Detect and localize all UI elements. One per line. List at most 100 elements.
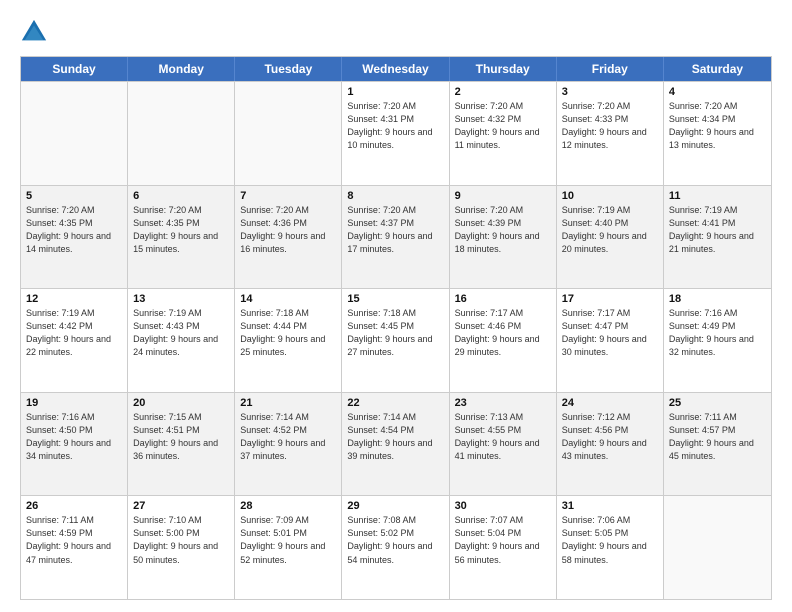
day-info: Sunrise: 7:19 AM Sunset: 4:42 PM Dayligh… — [26, 307, 122, 359]
calendar-cell: 9Sunrise: 7:20 AM Sunset: 4:39 PM Daylig… — [450, 186, 557, 289]
day-info: Sunrise: 7:12 AM Sunset: 4:56 PM Dayligh… — [562, 411, 658, 463]
calendar-row-3: 12 Sunrise: 7:19 AM Sunset: 4:42 PM Dayli… — [21, 288, 771, 392]
calendar-row-5: 26 Sunrise: 7:11 AM Sunset: 4:59 PM Dayli… — [21, 495, 771, 599]
calendar-cell: 8 Sunrise: 7:20 AM Sunset: 4:37 PM Daylig… — [342, 186, 449, 289]
day-number: 2 — [455, 86, 551, 98]
day-info: Sunrise: 7:17 AM Sunset: 4:47 PM Dayligh… — [562, 307, 658, 359]
day-info: Sunrise: 7:20 AM Sunset: 4:35 PM Dayligh… — [26, 204, 122, 256]
calendar-cell: 26 Sunrise: 7:11 AM Sunset: 4:59 PM Dayli… — [21, 496, 128, 599]
header-day-wednesday: Wednesday — [342, 57, 449, 81]
page: SundayMondayTuesdayWednesdayThursdayFrid… — [0, 0, 792, 612]
day-number: 17 — [562, 293, 658, 305]
day-info: Sunrise: 7:06 AM Sunset: 5:05 PM Dayligh… — [562, 514, 658, 566]
day-number: 24 — [562, 397, 658, 409]
calendar-cell: 1Sunrise: 7:20 AM Sunset: 4:31 PM Daylig… — [342, 82, 449, 185]
logo — [20, 18, 52, 46]
day-info: Sunrise: 7:20 AM Sunset: 4:34 PM Dayligh… — [669, 100, 766, 152]
header-day-thursday: Thursday — [450, 57, 557, 81]
day-number: 12 — [26, 293, 122, 305]
header-day-sunday: Sunday — [21, 57, 128, 81]
day-info: Sunrise: 7:11 AM Sunset: 4:57 PM Dayligh… — [669, 411, 766, 463]
day-info: Sunrise: 7:07 AM Sunset: 5:04 PM Dayligh… — [455, 514, 551, 566]
calendar-cell: 7 Sunrise: 7:20 AM Sunset: 4:36 PM Daylig… — [235, 186, 342, 289]
day-info: Sunrise: 7:20 AM Sunset: 4:32 PM Dayligh… — [455, 100, 551, 152]
calendar-cell: 10 Sunrise: 7:19 AM Sunset: 4:40 PM Dayli… — [557, 186, 664, 289]
calendar-row-1: 1Sunrise: 7:20 AM Sunset: 4:31 PM Daylig… — [21, 81, 771, 185]
calendar-cell: 21 Sunrise: 7:14 AM Sunset: 4:52 PM Dayli… — [235, 393, 342, 496]
header-day-saturday: Saturday — [664, 57, 771, 81]
day-number: 4 — [669, 86, 766, 98]
day-info: Sunrise: 7:20 AM Sunset: 4:33 PM Dayligh… — [562, 100, 658, 152]
header — [20, 18, 772, 46]
calendar-cell: 29 Sunrise: 7:08 AM Sunset: 5:02 PM Dayli… — [342, 496, 449, 599]
day-number: 8 — [347, 190, 443, 202]
calendar-cell: 4 Sunrise: 7:20 AM Sunset: 4:34 PM Daylig… — [664, 82, 771, 185]
day-info: Sunrise: 7:20 AM Sunset: 4:37 PM Dayligh… — [347, 204, 443, 256]
calendar-row-2: 5 Sunrise: 7:20 AM Sunset: 4:35 PM Daylig… — [21, 185, 771, 289]
day-number: 3 — [562, 86, 658, 98]
day-number: 27 — [133, 500, 229, 512]
day-number: 6 — [133, 190, 229, 202]
day-number: 25 — [669, 397, 766, 409]
calendar-cell: 31 Sunrise: 7:06 AM Sunset: 5:05 PM Dayli… — [557, 496, 664, 599]
day-info: Sunrise: 7:11 AM Sunset: 4:59 PM Dayligh… — [26, 514, 122, 566]
day-info: Sunrise: 7:20 AM Sunset: 4:39 PM Dayligh… — [455, 204, 551, 256]
day-number: 18 — [669, 293, 766, 305]
calendar-cell: 3 Sunrise: 7:20 AM Sunset: 4:33 PM Daylig… — [557, 82, 664, 185]
calendar-cell — [21, 82, 128, 185]
calendar-header: SundayMondayTuesdayWednesdayThursdayFrid… — [21, 57, 771, 81]
calendar-cell: 11Sunrise: 7:19 AM Sunset: 4:41 PM Dayli… — [664, 186, 771, 289]
day-info: Sunrise: 7:20 AM Sunset: 4:31 PM Dayligh… — [347, 100, 443, 152]
day-info: Sunrise: 7:14 AM Sunset: 4:52 PM Dayligh… — [240, 411, 336, 463]
day-number: 13 — [133, 293, 229, 305]
day-number: 31 — [562, 500, 658, 512]
day-info: Sunrise: 7:13 AM Sunset: 4:55 PM Dayligh… — [455, 411, 551, 463]
day-number: 5 — [26, 190, 122, 202]
day-info: Sunrise: 7:20 AM Sunset: 4:35 PM Dayligh… — [133, 204, 229, 256]
day-info: Sunrise: 7:19 AM Sunset: 4:40 PM Dayligh… — [562, 204, 658, 256]
day-info: Sunrise: 7:16 AM Sunset: 4:50 PM Dayligh… — [26, 411, 122, 463]
calendar-cell — [664, 496, 771, 599]
header-day-monday: Monday — [128, 57, 235, 81]
day-info: Sunrise: 7:08 AM Sunset: 5:02 PM Dayligh… — [347, 514, 443, 566]
calendar-body: 1Sunrise: 7:20 AM Sunset: 4:31 PM Daylig… — [21, 81, 771, 599]
day-info: Sunrise: 7:19 AM Sunset: 4:43 PM Dayligh… — [133, 307, 229, 359]
day-number: 14 — [240, 293, 336, 305]
day-number: 29 — [347, 500, 443, 512]
day-info: Sunrise: 7:18 AM Sunset: 4:45 PM Dayligh… — [347, 307, 443, 359]
calendar-cell: 12 Sunrise: 7:19 AM Sunset: 4:42 PM Dayli… — [21, 289, 128, 392]
day-number: 23 — [455, 397, 551, 409]
calendar-row-4: 19Sunrise: 7:16 AM Sunset: 4:50 PM Dayli… — [21, 392, 771, 496]
calendar-cell: 17 Sunrise: 7:17 AM Sunset: 4:47 PM Dayli… — [557, 289, 664, 392]
day-number: 11 — [669, 190, 766, 202]
calendar-cell: 28Sunrise: 7:09 AM Sunset: 5:01 PM Dayli… — [235, 496, 342, 599]
day-number: 7 — [240, 190, 336, 202]
day-number: 28 — [240, 500, 336, 512]
calendar-cell: 18Sunrise: 7:16 AM Sunset: 4:49 PM Dayli… — [664, 289, 771, 392]
calendar-cell: 16Sunrise: 7:17 AM Sunset: 4:46 PM Dayli… — [450, 289, 557, 392]
calendar-cell: 19Sunrise: 7:16 AM Sunset: 4:50 PM Dayli… — [21, 393, 128, 496]
day-number: 26 — [26, 500, 122, 512]
calendar: SundayMondayTuesdayWednesdayThursdayFrid… — [20, 56, 772, 600]
day-info: Sunrise: 7:17 AM Sunset: 4:46 PM Dayligh… — [455, 307, 551, 359]
day-number: 10 — [562, 190, 658, 202]
header-day-friday: Friday — [557, 57, 664, 81]
calendar-cell: 15 Sunrise: 7:18 AM Sunset: 4:45 PM Dayli… — [342, 289, 449, 392]
calendar-cell: 13 Sunrise: 7:19 AM Sunset: 4:43 PM Dayli… — [128, 289, 235, 392]
day-info: Sunrise: 7:20 AM Sunset: 4:36 PM Dayligh… — [240, 204, 336, 256]
calendar-cell: 25 Sunrise: 7:11 AM Sunset: 4:57 PM Dayli… — [664, 393, 771, 496]
day-number: 20 — [133, 397, 229, 409]
calendar-cell: 6 Sunrise: 7:20 AM Sunset: 4:35 PM Daylig… — [128, 186, 235, 289]
day-number: 30 — [455, 500, 551, 512]
calendar-cell: 24 Sunrise: 7:12 AM Sunset: 4:56 PM Dayli… — [557, 393, 664, 496]
calendar-cell — [128, 82, 235, 185]
calendar-cell: 5 Sunrise: 7:20 AM Sunset: 4:35 PM Daylig… — [21, 186, 128, 289]
calendar-cell: 14Sunrise: 7:18 AM Sunset: 4:44 PM Dayli… — [235, 289, 342, 392]
day-info: Sunrise: 7:10 AM Sunset: 5:00 PM Dayligh… — [133, 514, 229, 566]
day-number: 21 — [240, 397, 336, 409]
day-number: 22 — [347, 397, 443, 409]
day-info: Sunrise: 7:15 AM Sunset: 4:51 PM Dayligh… — [133, 411, 229, 463]
day-number: 15 — [347, 293, 443, 305]
calendar-cell: 27 Sunrise: 7:10 AM Sunset: 5:00 PM Dayli… — [128, 496, 235, 599]
calendar-cell: 2 Sunrise: 7:20 AM Sunset: 4:32 PM Daylig… — [450, 82, 557, 185]
